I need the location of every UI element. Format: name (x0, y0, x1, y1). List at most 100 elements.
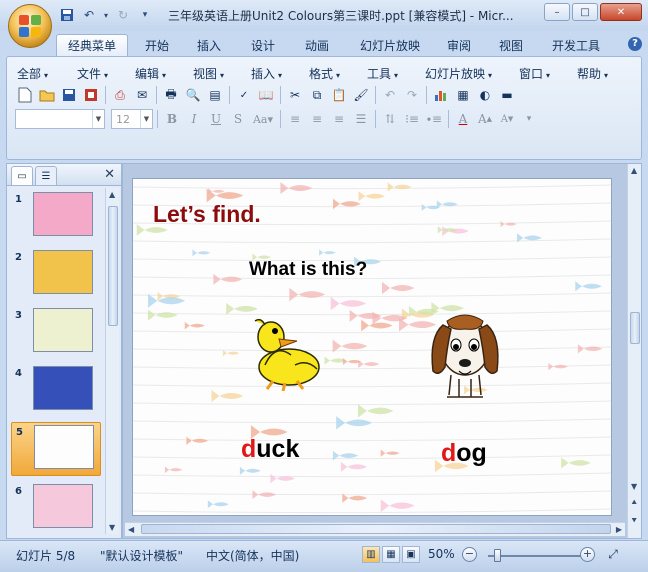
align-left-icon[interactable]: ≡ (285, 109, 305, 129)
scrollbar-thumb[interactable] (630, 312, 640, 344)
tab-classic-menu[interactable]: 经典菜单 (56, 34, 128, 56)
tab-slides-icon[interactable]: ▭ (11, 166, 33, 185)
scroll-left-icon[interactable]: ◀ (128, 525, 134, 534)
scroll-down-icon[interactable]: ▼ (109, 523, 115, 532)
scroll-up-icon[interactable]: ▲ (109, 190, 115, 199)
shrink-font-icon[interactable]: A ▼ (497, 109, 517, 129)
menu-file[interactable]: 文件 ▾ (77, 65, 108, 82)
align-center-icon[interactable]: ≡ (307, 109, 327, 129)
slide-thumbnail[interactable]: 6 (11, 482, 101, 534)
change-case-icon[interactable]: Aa▾ (250, 109, 276, 129)
thumbnail-scrollbar[interactable]: ▲ ▼ (105, 188, 119, 534)
slide-sorter-icon[interactable]: ▦ (382, 546, 400, 563)
undo-icon[interactable]: ↶ (80, 6, 98, 24)
format-painter-icon[interactable]: 🖌 (351, 85, 371, 105)
more-options-icon[interactable]: ▾ (519, 109, 539, 129)
tab-developer[interactable]: 开发工具 (542, 34, 610, 56)
tab-insert[interactable]: 插入 (186, 34, 232, 56)
menu-help[interactable]: 帮助 ▾ (577, 65, 608, 82)
clip-art-icon[interactable]: ◐ (475, 85, 495, 105)
menu-format[interactable]: 格式 ▾ (309, 65, 340, 82)
zoom-level[interactable]: 50% (428, 547, 455, 561)
color-grayscale-icon[interactable]: ▬ (497, 85, 517, 105)
grow-font-icon[interactable]: A ▲ (475, 109, 495, 129)
insert-table-icon[interactable]: ▦ (453, 85, 473, 105)
tab-slideshow[interactable]: 幻灯片放映 (350, 34, 430, 56)
normal-view-icon[interactable]: ▥ (362, 546, 380, 563)
office-button[interactable] (8, 4, 52, 48)
research-icon[interactable]: ▤ (205, 85, 225, 105)
editor-vertical-scrollbar[interactable]: ▲ ▼ ⯅ ⯆ (627, 164, 641, 538)
customize-qat-icon[interactable]: ▾ (136, 6, 154, 24)
word-dog[interactable]: dog (441, 439, 487, 468)
cut-icon[interactable]: ✂ (285, 85, 305, 105)
justify-icon[interactable]: ☰ (351, 109, 371, 129)
maximize-button[interactable]: □ (572, 3, 598, 21)
slide-thumbnail[interactable]: 4 (11, 364, 101, 416)
slide-thumbnail[interactable]: 3 (11, 306, 101, 358)
menu-tools[interactable]: 工具 ▾ (367, 65, 398, 82)
menu-slideshow[interactable]: 幻灯片放映 ▾ (425, 65, 492, 82)
scrollbar-thumb[interactable] (108, 206, 118, 326)
tab-review[interactable]: 审阅 (436, 34, 482, 56)
scroll-right-icon[interactable]: ▶ (616, 525, 622, 534)
slide-question[interactable]: What is this? (249, 259, 367, 281)
scrollbar-thumb[interactable] (141, 524, 611, 534)
tab-view[interactable]: 视图 (488, 34, 534, 56)
redo-icon[interactable]: ↻ (114, 6, 132, 24)
next-slide-icon[interactable]: ⯆ (631, 516, 637, 526)
italic-icon[interactable]: I (184, 109, 204, 129)
strikethrough-icon[interactable]: S (228, 109, 248, 129)
search-icon[interactable]: 🔍 (183, 85, 203, 105)
bullets-icon[interactable]: ∙≡ (424, 109, 444, 129)
slide-title[interactable]: Let’s find. (153, 201, 261, 228)
numbering-icon[interactable]: ⁝≡ (402, 109, 422, 129)
close-button[interactable]: ✕ (600, 3, 642, 21)
menu-edit[interactable]: 编辑 ▾ (135, 65, 166, 82)
print-preview-icon[interactable]: 🖶 (161, 85, 181, 105)
dog-image[interactable] (425, 307, 505, 403)
help-icon[interactable]: ? (628, 37, 642, 51)
underline-icon[interactable]: U (206, 109, 226, 129)
word-duck[interactable]: duck (241, 435, 299, 464)
save-icon[interactable] (58, 6, 76, 24)
font-name-combo[interactable]: ▼ (15, 109, 105, 129)
font-size-combo[interactable]: 12 ▼ (111, 109, 153, 129)
tab-outline-icon[interactable]: ☰ (35, 166, 57, 185)
close-icon[interactable]: ✕ (104, 167, 115, 182)
previous-slide-icon[interactable]: ⯅ (631, 498, 637, 508)
tab-design[interactable]: 设计 (240, 34, 286, 56)
bold-icon[interactable]: B (162, 109, 182, 129)
text-direction-icon[interactable]: ⇅ (380, 109, 400, 129)
print-icon[interactable]: ⎙ (110, 85, 130, 105)
permission-icon[interactable] (81, 85, 101, 105)
menu-view[interactable]: 视图 ▾ (193, 65, 224, 82)
tab-animation[interactable]: 动画 (294, 34, 340, 56)
slide-thumbnail-selected[interactable]: 5 (11, 422, 101, 476)
slide-thumbnail[interactable]: 2 (11, 248, 101, 300)
spelling-icon[interactable]: ✓ (234, 85, 254, 105)
open-folder-icon[interactable] (37, 85, 57, 105)
paste-icon[interactable]: 📋 (329, 85, 349, 105)
tab-home[interactable]: 开始 (134, 34, 180, 56)
zoom-slider-knob[interactable] (494, 549, 501, 562)
scroll-up-icon[interactable]: ▲ (631, 166, 637, 175)
menu-insert[interactable]: 插入 ▾ (251, 65, 282, 82)
menu-window[interactable]: 窗口 ▾ (519, 65, 550, 82)
undo-icon[interactable]: ↶ (380, 85, 400, 105)
zoom-out-icon[interactable]: − (462, 547, 477, 562)
menu-all[interactable]: 全部 ▾ (17, 65, 48, 82)
email-icon[interactable]: ✉ (132, 85, 152, 105)
editor-horizontal-scrollbar[interactable]: ◀ ▶ (125, 522, 625, 536)
new-document-icon[interactable] (15, 85, 35, 105)
language-indicator[interactable]: 中文(简体，中国) (206, 547, 299, 564)
font-color-icon[interactable]: A (453, 109, 473, 129)
slideshow-icon[interactable]: ▣ (402, 546, 420, 563)
thesaurus-icon[interactable]: 📖 (256, 85, 276, 105)
zoom-in-icon[interactable]: + (580, 547, 595, 562)
copy-icon[interactable]: ⧉ (307, 85, 327, 105)
duck-image[interactable] (245, 307, 327, 391)
fit-to-window-icon[interactable]: ⤢ (604, 546, 622, 563)
minimize-button[interactable]: – (544, 3, 570, 21)
slide-thumbnail[interactable]: 1 (11, 190, 101, 242)
